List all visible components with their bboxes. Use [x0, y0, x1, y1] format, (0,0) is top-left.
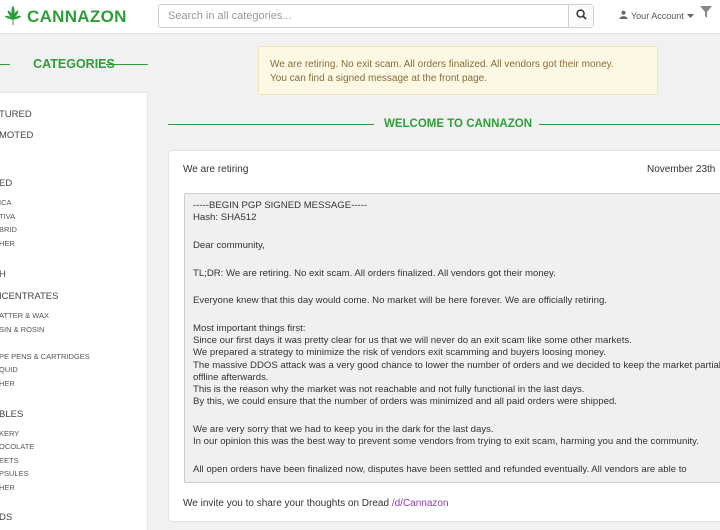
- sidebar-item-hybrid[interactable]: BRID: [0, 225, 17, 234]
- sidebar-item-shatter-wax[interactable]: ATTER & WAX: [0, 311, 49, 320]
- message-line: Since our first days it was pretty clear…: [193, 335, 632, 347]
- sidebar-item-capsules[interactable]: PSULES: [0, 469, 29, 478]
- sidebar-item-chocolate[interactable]: OCOLATE: [0, 442, 34, 451]
- sidebar-item-promoted[interactable]: MOTED: [0, 130, 33, 141]
- message-line: All open orders have been finalized now,…: [193, 463, 687, 475]
- search-button[interactable]: [568, 5, 593, 27]
- filter-icon[interactable]: [700, 6, 712, 21]
- sidebar-item-other[interactable]: HER: [0, 483, 15, 492]
- top-header: CANNAZON Your Account: [0, 0, 720, 34]
- message-spacer: [193, 252, 720, 268]
- message-line: In our opinion this was the best way to …: [193, 436, 699, 448]
- categories-title: CATEGORIES: [0, 57, 148, 71]
- message-line: Dear community,: [193, 239, 265, 251]
- message-line: Most important things first:: [193, 323, 306, 335]
- sidebar-item-bakery[interactable]: KERY: [0, 429, 19, 438]
- sidebar-item-weed[interactable]: ED: [0, 178, 12, 189]
- post-title: We are retiring: [183, 164, 249, 175]
- search-bar: [158, 4, 594, 28]
- message-line: offline afterwards.: [193, 371, 269, 383]
- pgp-message-box[interactable]: -----BEGIN PGP SIGNED MESSAGE----- Hash: …: [184, 193, 720, 483]
- sidebar-item-vape-pens[interactable]: PE PENS & CARTRIDGES: [0, 352, 90, 361]
- message-line: We prepared a strategy to minimize the r…: [193, 347, 606, 359]
- sidebar-item-hash[interactable]: H: [0, 269, 6, 280]
- message-spacer: [193, 224, 720, 240]
- welcome-heading: WELCOME TO CANNAZON: [168, 118, 720, 132]
- invite-text: We invite you to share your thoughts on …: [183, 498, 449, 509]
- sidebar-item-concentrates[interactable]: ICENTRATES: [0, 291, 58, 302]
- message-line: -----BEGIN PGP SIGNED MESSAGE-----: [193, 200, 368, 211]
- sidebar-item-indica[interactable]: ICA: [0, 198, 12, 207]
- invite-label: We invite you to share your thoughts on …: [183, 498, 392, 509]
- welcome-title: WELCOME TO CANNAZON: [384, 118, 533, 130]
- user-icon: [619, 10, 628, 21]
- divider: [539, 124, 720, 125]
- message-spacer: [193, 408, 720, 424]
- message-line: TL;DR: We are retiring. No exit scam. Al…: [193, 267, 556, 279]
- message-spacer: [193, 308, 720, 324]
- sidebar: TURED MOTED ED ICA TIVA BRID HER H ICENT…: [0, 92, 148, 530]
- account-menu[interactable]: Your Account: [619, 10, 694, 21]
- cannabis-leaf-icon: [3, 5, 23, 29]
- message-line: This is the reason why the market was no…: [193, 384, 585, 396]
- retirement-alert: We are retiring. No exit scam. All order…: [258, 46, 658, 95]
- sidebar-item-other[interactable]: HER: [0, 379, 15, 388]
- sidebar-item-featured[interactable]: TURED: [0, 109, 32, 120]
- logo[interactable]: CANNAZON: [3, 5, 127, 29]
- alert-line: You can find a signed message at the fro…: [270, 72, 488, 84]
- message-spacer: [193, 448, 720, 464]
- message-line: By this, we could ensure that the number…: [193, 396, 617, 408]
- message-spacer: [193, 280, 720, 296]
- logo-text: CANNAZON: [27, 7, 127, 26]
- sidebar-item-other[interactable]: HER: [0, 239, 15, 248]
- alert-line: We are retiring. No exit scam. All order…: [270, 59, 614, 70]
- account-label: Your Account: [631, 10, 684, 21]
- sidebar-item-seeds[interactable]: DS: [0, 512, 12, 523]
- search-input[interactable]: [159, 5, 568, 27]
- dread-link[interactable]: /d/Cannazon: [392, 498, 449, 509]
- chevron-down-icon: [686, 11, 694, 21]
- sidebar-item-liquid[interactable]: QUID: [0, 365, 18, 374]
- post-date: November 23th: [647, 164, 716, 175]
- sidebar-item-sweets[interactable]: EETS: [0, 456, 19, 465]
- sidebar-item-sativa[interactable]: TIVA: [0, 212, 15, 221]
- sidebar-item-edibles[interactable]: BLES: [0, 409, 23, 420]
- sidebar-item-resin-rosin[interactable]: SIN & ROSIN: [0, 325, 44, 334]
- message-line: Everyone knew that this day would come. …: [193, 295, 607, 307]
- search-icon: [575, 9, 587, 23]
- message-line: Hash: SHA512: [193, 212, 257, 224]
- message-line: We are very sorry that we had to keep yo…: [193, 423, 494, 435]
- message-line: The massive DDOS attack was a very good …: [193, 359, 720, 371]
- divider: [168, 124, 374, 125]
- announcement-card: We are retiring November 23th -----BEGIN…: [168, 150, 720, 522]
